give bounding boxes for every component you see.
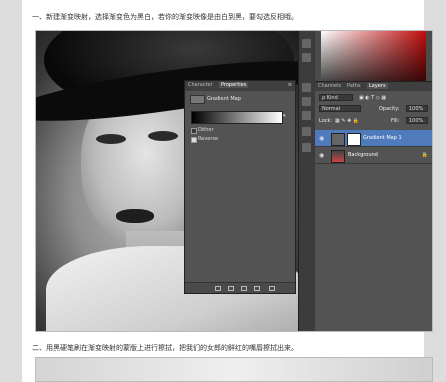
properties-bottom-bar	[185, 282, 295, 293]
layer-name: Background	[348, 152, 378, 158]
next-screenshot-preview	[35, 357, 433, 382]
brush-icon[interactable]	[302, 143, 311, 152]
visibility-icon[interactable]	[254, 286, 260, 291]
swatches-icon[interactable]	[302, 127, 311, 136]
properties-tabs: Character Properties ≡	[185, 81, 295, 91]
page-left-gutter	[0, 0, 22, 382]
watermark: 52PSD.com	[250, 319, 291, 327]
eye-icon[interactable]: ◉	[319, 135, 324, 142]
layer-gradient-map-1[interactable]: ◉ Gradient Map 1	[315, 130, 432, 147]
lips	[116, 209, 154, 223]
view-previous-icon[interactable]	[228, 286, 234, 291]
tab-channels[interactable]: Channels	[318, 83, 341, 89]
right-eye	[148, 131, 178, 141]
lock-icon: 🔒	[421, 152, 428, 158]
trash-icon[interactable]	[269, 286, 275, 291]
layer-name: Gradient Map 1	[363, 135, 402, 141]
reverse-checkbox[interactable]	[191, 137, 197, 143]
layers-panel: Channels Paths Layers ρ Kind ▣ ◐ T ◇ ▦ N…	[315, 81, 432, 331]
step-1-caption: 一、新建渐变映射，选择渐变色为黑白，若你的渐变映像是由白到黑，要勾选反相哦。	[32, 13, 298, 21]
step-2-caption: 二、用黑硬笔刷在渐变映射的蒙版上进行擦拭，把我们的女郎的鲜红的嘴唇擦拭出来。	[32, 344, 298, 352]
photoshop-screenshot: Character Properties ≡ Gradient Map ▾ Di…	[35, 30, 433, 332]
properties-panel: Character Properties ≡ Gradient Map ▾ Di…	[184, 80, 296, 294]
tab-paths[interactable]: Paths	[347, 83, 361, 89]
eye-icon[interactable]: ◉	[319, 152, 324, 159]
actions-icon[interactable]	[302, 53, 311, 62]
chevron-down-icon[interactable]: ▾	[283, 113, 286, 119]
paragraph-icon[interactable]	[302, 97, 311, 106]
tab-properties[interactable]: Properties	[219, 82, 249, 88]
dither-checkbox[interactable]	[191, 128, 197, 134]
reverse-label: Reverse	[198, 136, 219, 142]
fill-label: Fill:	[391, 118, 400, 124]
lock-icons[interactable]: ▦ ✎ ✥ 🔒	[335, 118, 359, 124]
filter-icons[interactable]: ▣ ◐ T ◇ ▦	[359, 95, 386, 101]
mask-thumbnail[interactable]	[347, 133, 361, 146]
opacity-label: Opacity:	[379, 106, 400, 112]
blend-mode-select[interactable]: Normal	[319, 105, 361, 112]
layer-background[interactable]: ◉ Background 🔒	[315, 147, 432, 164]
properties-title: Gradient Map	[207, 96, 241, 102]
reset-icon[interactable]	[241, 286, 247, 291]
character-icon[interactable]	[302, 83, 311, 92]
dither-label: Dither	[198, 127, 214, 133]
tab-character[interactable]: Character	[188, 82, 213, 88]
left-eye	[96, 134, 126, 144]
background-thumbnail	[331, 150, 345, 163]
opacity-input[interactable]: 100%	[406, 105, 428, 112]
gradient-map-adjustment-icon	[190, 95, 205, 104]
adjustment-thumbnail	[331, 133, 345, 146]
history-icon[interactable]	[302, 39, 311, 48]
clip-to-layer-icon[interactable]	[215, 286, 221, 291]
panel-menu-icon[interactable]: ≡	[288, 82, 292, 88]
kind-filter-select[interactable]: ρ Kind	[319, 94, 353, 101]
gradient-picker[interactable]	[191, 111, 283, 124]
lock-label: Lock:	[319, 118, 333, 124]
layers-tabs: Channels Paths Layers	[315, 82, 432, 91]
panel-icon-strip	[298, 31, 315, 331]
tab-layers[interactable]: Layers	[367, 83, 388, 89]
fill-input[interactable]: 100%	[406, 117, 428, 124]
properties-icon[interactable]	[302, 111, 311, 120]
